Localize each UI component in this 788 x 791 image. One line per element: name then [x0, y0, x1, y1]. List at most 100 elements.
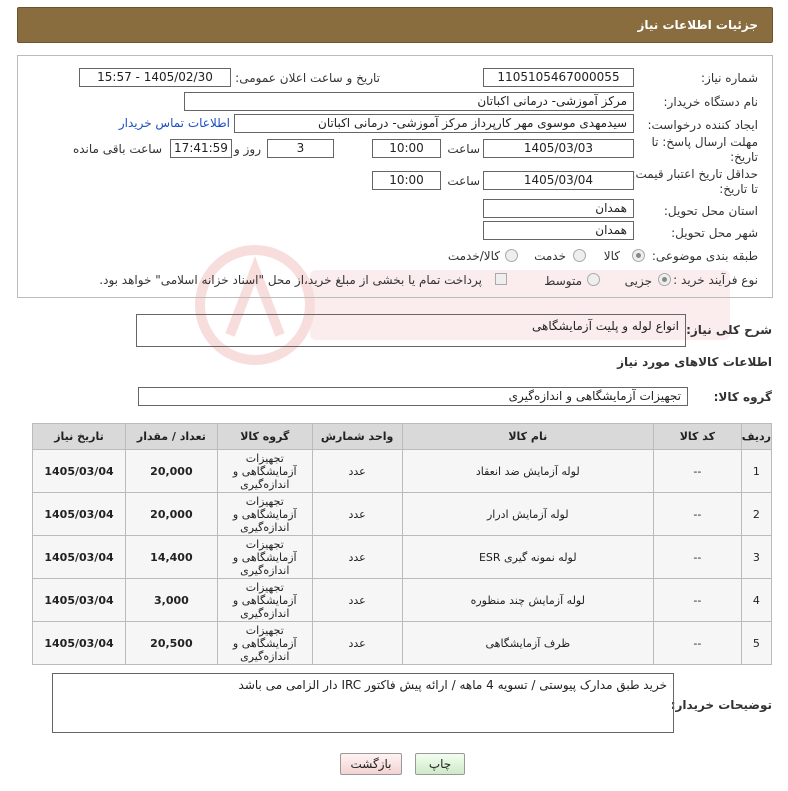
cell-date: 1405/03/04	[32, 578, 126, 622]
price-validity-time-label: ساعت	[447, 174, 480, 188]
cell-date: 1405/03/04	[32, 492, 126, 536]
process-radio-medium[interactable]	[587, 273, 600, 286]
col-header-code: کد کالا	[652, 423, 742, 450]
city-field: همدان	[483, 221, 634, 240]
need-number-label: شماره نیاز:	[701, 71, 758, 85]
category-option-goods: کالا	[603, 249, 620, 263]
cell-name: لوله نمونه گیری ESR	[401, 535, 654, 579]
col-header-group: گروه کالا	[216, 423, 313, 450]
treasury-payment-checkbox[interactable]	[495, 273, 507, 285]
deadline-label-2: تاریخ:	[730, 150, 758, 164]
goods-group-field: تجهیزات آزمایشگاهی و اندازه‌گیری	[138, 387, 688, 406]
cell-quantity: 14,400	[124, 535, 218, 579]
buyer-notes-label: توضیحات خریدار:	[670, 698, 772, 712]
cell-group: تجهیزات آزمایشگاهی و اندازه‌گیری	[216, 535, 313, 579]
announce-field: 1405/02/30 - 15:57	[79, 68, 231, 87]
category-radio-goods-service[interactable]	[505, 249, 518, 262]
price-validity-label-2: تا تاریخ:	[719, 182, 758, 196]
process-option-medium: متوسط	[544, 274, 582, 288]
table-row: 5 -- ظرف آزمایشگاهی عدد تجهیزات آزمایشگاهی و…	[32, 621, 773, 665]
cell-date: 1405/03/04	[32, 621, 126, 665]
contact-info-link[interactable]: اطلاعات تماس خریدار	[119, 116, 230, 130]
cell-code: --	[652, 492, 742, 536]
cell-unit: عدد	[311, 621, 403, 665]
col-header-unit: واحد شمارش	[311, 423, 403, 450]
cell-group: تجهیزات آزمایشگاهی و اندازه‌گیری	[216, 492, 313, 536]
buyer-org-field: مرکز آموزشی- درمانی اکباتان	[184, 92, 634, 111]
col-header-name: نام کالا	[401, 423, 654, 450]
deadline-time-label: ساعت	[447, 142, 480, 156]
col-header-quantity: تعداد / مقدار	[124, 423, 218, 450]
cell-quantity: 20,000	[124, 449, 218, 493]
category-radio-service[interactable]	[573, 249, 586, 262]
items-table: ردیف کد کالا نام کالا واحد شمارش گروه کا…	[32, 423, 773, 665]
cell-quantity: 20,500	[124, 621, 218, 665]
cell-group: تجهیزات آزمایشگاهی و اندازه‌گیری	[216, 621, 313, 665]
requester-label: ایجاد کننده درخواست:	[647, 118, 758, 132]
cell-group: تجهیزات آزمایشگاهی و اندازه‌گیری	[216, 578, 313, 622]
announce-label: تاریخ و ساعت اعلان عمومی:	[235, 71, 380, 85]
category-option-goods-service: کالا/خدمت	[447, 249, 500, 263]
requester-field: سیدمهدی موسوی مهر کارپرداز مرکز آموزشی- …	[234, 114, 634, 133]
process-label: نوع فرآیند خرید :	[673, 273, 758, 287]
cell-quantity: 20,000	[124, 492, 218, 536]
cell-row-number: 3	[740, 535, 773, 579]
cell-row-number: 2	[740, 492, 773, 536]
deadline-label-1: مهلت ارسال پاسخ: تا	[651, 135, 758, 149]
days-field: 3	[267, 139, 334, 158]
cell-row-number: 4	[740, 578, 773, 622]
category-option-service: خدمت	[534, 249, 566, 263]
buyer-org-label: نام دستگاه خریدار:	[663, 95, 759, 109]
cell-row-number: 1	[740, 449, 773, 493]
cell-group: تجهیزات آزمایشگاهی و اندازه‌گیری	[216, 449, 313, 493]
cell-code: --	[652, 449, 742, 493]
description-label: شرح کلی نیاز:	[686, 323, 772, 337]
table-row: 1 -- لوله آزمایش ضد انعقاد عدد تجهیزات آزمای…	[32, 449, 773, 493]
cell-name: لوله آزمایش ضد انعقاد	[401, 449, 654, 493]
description-field: انواع لوله و پلیت آزمایشگاهی	[136, 314, 686, 347]
page-title: جزئیات اطلاعات نیاز	[637, 18, 758, 32]
remaining-time-field: 17:41:59	[170, 139, 232, 158]
cell-date: 1405/03/04	[32, 449, 126, 493]
deadline-time-field: 10:00	[372, 139, 441, 158]
cell-quantity: 3,000	[124, 578, 218, 622]
cell-name: لوله آزمایش چند منظوره	[401, 578, 654, 622]
province-label: استان محل تحویل:	[663, 204, 758, 218]
remaining-label: ساعت باقی مانده	[72, 142, 162, 156]
price-validity-time-field: 10:00	[372, 171, 441, 190]
table-row: 4 -- لوله آزمایش چند منظوره عدد تجهیزات آزما…	[32, 578, 773, 622]
goods-info-title: اطلاعات کالاهای مورد نیاز	[617, 355, 772, 369]
buyer-notes-field: خرید طبق مدارک پیوستی / تسویه 4 ماهه / ا…	[52, 673, 674, 733]
table-row: 3 -- لوله نمونه گیری ESR عدد تجهیزات آزمایشگ…	[32, 535, 773, 579]
cell-name: ظرف آزمایشگاهی	[401, 621, 654, 665]
process-option-minor: جزیی	[624, 274, 652, 288]
need-number-field: 1105105467000055	[483, 68, 634, 87]
province-field: همدان	[483, 199, 634, 218]
deadline-date-field: 1405/03/03	[483, 139, 634, 158]
page-header: جزئیات اطلاعات نیاز	[17, 7, 773, 43]
back-button[interactable]: بازگشت	[340, 753, 402, 775]
treasury-payment-note: پرداخت تمام یا بخشی از مبلغ خرید،از محل …	[99, 273, 482, 287]
col-header-date: تاریخ نیاز	[32, 423, 126, 450]
cell-code: --	[652, 621, 742, 665]
cell-name: لوله آزمایش ادرار	[401, 492, 654, 536]
table-header-row: ردیف کد کالا نام کالا واحد شمارش گروه کا…	[32, 423, 773, 450]
col-header-row-number: ردیف	[740, 423, 773, 450]
cell-unit: عدد	[311, 492, 403, 536]
price-validity-date-field: 1405/03/04	[483, 171, 634, 190]
city-label: شهر محل تحویل:	[671, 226, 758, 240]
cell-code: --	[652, 535, 742, 579]
cell-code: --	[652, 578, 742, 622]
goods-group-label: گروه کالا:	[713, 390, 772, 404]
table-row: 2 -- لوله آزمایش ادرار عدد تجهیزات آزمایشگاه…	[32, 492, 773, 536]
cell-unit: عدد	[311, 535, 403, 579]
cell-row-number: 5	[740, 621, 773, 665]
category-radio-goods[interactable]	[632, 249, 645, 262]
category-label: طبقه بندی موضوعی:	[651, 249, 758, 263]
print-button[interactable]: چاپ	[415, 753, 465, 775]
cell-unit: عدد	[311, 578, 403, 622]
cell-date: 1405/03/04	[32, 535, 126, 579]
process-radio-minor[interactable]	[658, 273, 671, 286]
days-label: روز و	[234, 142, 261, 156]
price-validity-label-1: حداقل تاریخ اعتبار قیمت:	[631, 167, 758, 181]
